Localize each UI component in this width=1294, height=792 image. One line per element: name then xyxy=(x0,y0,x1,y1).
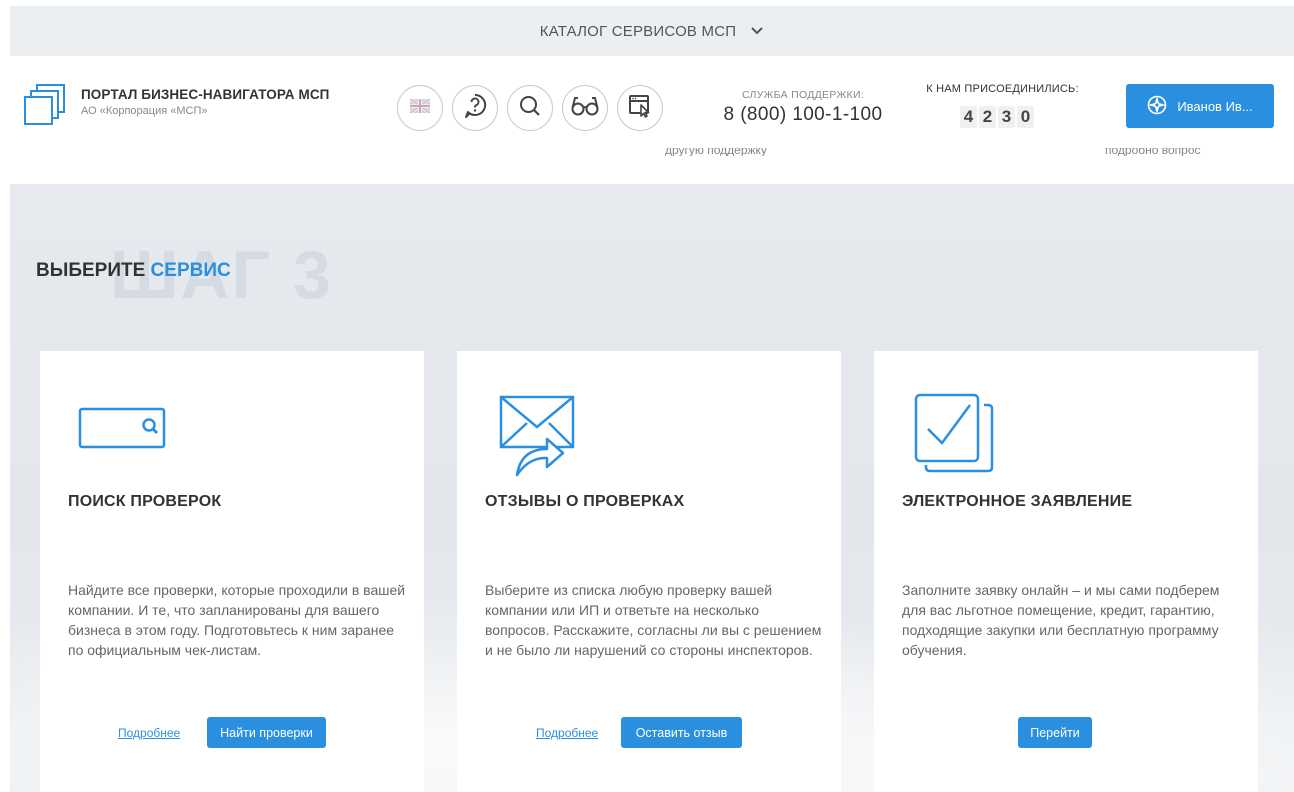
counter-digit: 4 xyxy=(960,106,977,128)
more-info-link[interactable]: Подробнее xyxy=(536,726,598,740)
section-title: ВЫБЕРИТЕ СЕРВИС xyxy=(36,260,231,282)
brand-title[interactable]: ПОРТАЛ БИЗНЕС-НАВИГАТОРА МСП xyxy=(81,87,329,102)
card-title: ОТЗЫВЫ О ПРОВЕРКАХ xyxy=(485,493,685,510)
card-description: Найдите все проверки, которые проходили … xyxy=(68,582,406,658)
catalog-label: КАТАЛОГ СЕРВИСОВ МСП xyxy=(539,22,737,40)
service-card-electronic-application: ЭЛЕКТРОННОЕ ЗАЯВЛЕНИЕ Заполните заявку о… xyxy=(874,351,1258,792)
card-description: Выберите из списка любую проверку вашей … xyxy=(485,582,822,658)
more-info-link[interactable]: Подробнее xyxy=(118,726,180,740)
counter-digit: 2 xyxy=(979,106,996,128)
counter-digit: 3 xyxy=(998,106,1015,128)
section-title-prefix: ВЫБЕРИТЕ xyxy=(36,260,146,281)
support-ghost-text: другую поддержку xyxy=(665,148,767,156)
brand-subtitle: АО «Корпорация «МСП» xyxy=(81,105,208,117)
accessibility-button[interactable] xyxy=(562,85,608,131)
joined-counter: 4 2 3 0 xyxy=(960,106,1034,128)
checkbox-document-icon xyxy=(912,391,996,480)
services-section: ШАГ 3 ВЫБЕРИТЕ СЕРВИС ПОИСК ПРОВЕРОК Най… xyxy=(10,184,1294,792)
envelope-send-icon xyxy=(495,391,585,486)
browser-mode-button[interactable] xyxy=(617,85,663,131)
chevron-down-icon xyxy=(750,24,764,38)
browser-cursor-icon xyxy=(628,94,652,123)
go-button[interactable]: Перейти xyxy=(1018,717,1092,748)
section-title-accent: СЕРВИС xyxy=(150,260,231,281)
help-question-icon xyxy=(463,93,487,124)
card-title: ЭЛЕКТРОННОЕ ЗАЯВЛЕНИЕ xyxy=(902,493,1133,510)
service-card-inspection-reviews: ОТЗЫВЫ О ПРОВЕРКАХ Выберите из списка лю… xyxy=(457,351,841,792)
catalog-dropdown[interactable]: КАТАЛОГ СЕРВИСОВ МСП xyxy=(10,6,1294,56)
search-button[interactable] xyxy=(507,85,553,131)
leave-review-button[interactable]: Оставить отзыв xyxy=(621,717,742,748)
joined-ghost-text: подробно вопрос xyxy=(1105,148,1201,156)
compass-icon xyxy=(1147,95,1167,118)
search-box-icon xyxy=(78,391,168,456)
support-phone[interactable]: 8 (800) 100-1-100 xyxy=(713,104,893,126)
counter-digit: 0 xyxy=(1017,106,1034,128)
help-button[interactable] xyxy=(452,85,498,131)
user-account-button[interactable]: Иванов Ив... xyxy=(1126,84,1274,128)
language-uk-button[interactable] xyxy=(397,85,443,131)
search-icon xyxy=(519,95,541,122)
card-description: Заполните заявку онлайн – и мы сами подб… xyxy=(902,582,1220,658)
find-inspections-button[interactable]: Найти проверки xyxy=(207,717,326,748)
site-header: ПОРТАЛ БИЗНЕС-НАВИГАТОРА МСП АО «Корпора… xyxy=(10,56,1294,184)
service-card-inspection-search: ПОИСК ПРОВЕРОК Найдите все проверки, кот… xyxy=(40,351,424,792)
user-name: Иванов Ив... xyxy=(1177,98,1253,114)
joined-label: К НАМ ПРИСОЕДИНИЛИСЬ: xyxy=(926,83,1079,95)
uk-flag-icon xyxy=(409,97,431,118)
card-title: ПОИСК ПРОВЕРОК xyxy=(68,493,222,510)
support-label: СЛУЖБА ПОДДЕРЖКИ: xyxy=(741,89,865,101)
glasses-icon xyxy=(571,96,599,121)
stacked-squares-logo-icon[interactable] xyxy=(24,84,66,126)
